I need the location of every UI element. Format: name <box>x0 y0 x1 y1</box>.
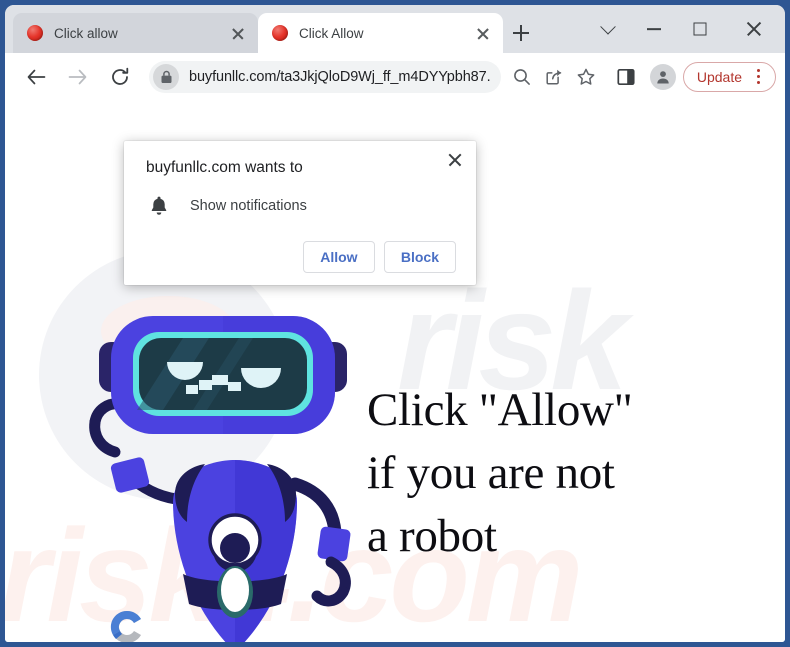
reload-icon <box>112 67 129 85</box>
tab-strip: Click allow Click Allow <box>5 5 785 53</box>
new-tab-button[interactable] <box>507 19 535 47</box>
search-icon[interactable] <box>507 62 537 92</box>
side-panel-icon[interactable] <box>611 62 641 92</box>
browser-toolbar: buyfunllc.com/ta3JkjQloD9Wj_ff_m4DYYpbh8… <box>5 53 785 100</box>
minimize-window-button[interactable] <box>631 5 677 53</box>
red-circle-favicon <box>272 25 288 41</box>
close-window-button[interactable] <box>723 5 785 53</box>
url-text: buyfunllc.com/ta3JkjQloD9Wj_ff_m4DYYpbh8… <box>189 68 491 85</box>
bell-icon <box>149 195 171 217</box>
page-headline: Click "Allow" if you are not a robot <box>367 384 633 562</box>
maximize-window-button[interactable] <box>677 5 723 53</box>
dialog-permission-label: Show notifications <box>190 198 307 214</box>
notification-permission-dialog: buyfunllc.com wants to Show notification… <box>124 141 476 285</box>
c-captcha-logo-icon <box>110 610 141 642</box>
address-bar[interactable]: buyfunllc.com/ta3JkjQloD9Wj_ff_m4DYYpbh8… <box>149 60 501 93</box>
tab-close-icon[interactable] <box>473 23 493 43</box>
back-button[interactable] <box>19 60 53 94</box>
star-icon[interactable] <box>571 62 601 92</box>
site-info-button[interactable] <box>153 63 179 90</box>
lock-icon <box>161 70 171 83</box>
dialog-title: buyfunllc.com wants to <box>146 159 303 176</box>
dialog-permission-row: Show notifications <box>146 195 456 217</box>
three-dots-menu-icon[interactable] <box>747 66 769 88</box>
browser-window: Click allow Click Allow buyfunllc.com/ta… <box>5 5 785 642</box>
allow-button[interactable]: Allow <box>302 241 375 273</box>
page-viewport: risk risk4.com Click "Allow" if you are … <box>5 100 785 642</box>
minimize-icon <box>647 28 661 30</box>
tab-title: Click Allow <box>299 25 364 41</box>
reload-button[interactable] <box>103 60 137 94</box>
browser-window-frame: Click allow Click Allow buyfunllc.com/ta… <box>0 0 790 647</box>
profile-avatar-icon[interactable] <box>649 63 676 90</box>
chevron-down-icon <box>600 19 616 35</box>
dialog-close-button[interactable] <box>444 149 466 171</box>
close-icon <box>745 20 763 38</box>
forward-button[interactable] <box>61 60 95 94</box>
red-circle-favicon <box>27 25 43 41</box>
tab-close-icon[interactable] <box>228 23 248 43</box>
maximize-icon <box>693 22 707 36</box>
update-button[interactable]: Update <box>682 61 776 92</box>
back-arrow-icon <box>27 69 46 84</box>
block-button[interactable]: Block <box>383 241 456 273</box>
tab-title: Click allow <box>54 25 118 41</box>
update-button-label: Update <box>696 68 742 85</box>
dialog-actions: Allow Block <box>146 241 456 273</box>
tab-search-button[interactable] <box>585 5 631 53</box>
blue-robot-mascot <box>89 316 351 642</box>
ecaptcha-badge: E-CAPTCHA <box>79 606 175 642</box>
forward-arrow-icon <box>68 69 87 84</box>
browser-tab-click-allow-2[interactable]: Click Allow <box>258 13 503 53</box>
browser-tab-click-allow-1[interactable]: Click allow <box>13 13 258 53</box>
share-icon[interactable] <box>539 62 569 92</box>
